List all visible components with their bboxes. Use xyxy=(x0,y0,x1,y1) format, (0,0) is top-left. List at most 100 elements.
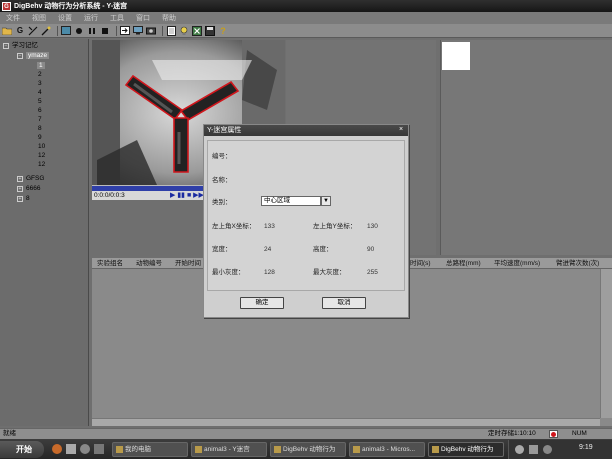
menu-view[interactable]: 视图 xyxy=(32,13,46,23)
tree-item[interactable]: 3 xyxy=(38,79,42,88)
video-time: 0:0:0/0:0:3 xyxy=(94,192,125,199)
tree-node-label: ymaze xyxy=(26,52,50,59)
tree-item[interactable]: 2 xyxy=(38,70,42,79)
column-header[interactable]: 平均速度(mm/s) xyxy=(494,259,540,268)
toolbar-divider xyxy=(162,25,163,36)
tree-node-label: GFSG xyxy=(26,175,45,182)
tree-node-gfsg[interactable]: + GFSG xyxy=(17,174,44,183)
tree-node-label: 6666 xyxy=(26,185,41,192)
task-my-computer[interactable]: 我的电脑 xyxy=(112,442,188,457)
task-ymaze-folder[interactable]: animal3 - Y迷宫 xyxy=(191,442,267,457)
tree-item[interactable]: 12 xyxy=(38,160,45,169)
task-word[interactable]: animal3 - Micros... xyxy=(349,442,425,457)
column-header[interactable]: 总路程(mm) xyxy=(446,259,481,268)
g-label: G xyxy=(16,26,24,35)
g-icon[interactable]: G xyxy=(15,26,25,36)
menu-settings[interactable]: 设置 xyxy=(58,13,72,23)
collapse-icon[interactable]: − xyxy=(17,53,23,59)
close-icon[interactable]: × xyxy=(396,125,406,135)
tree-item[interactable]: 6 xyxy=(38,106,42,115)
column-header[interactable]: 时间(s) xyxy=(410,259,431,268)
menu-help[interactable]: 帮助 xyxy=(162,13,176,23)
task-digbehv-1[interactable]: DigBehv 动物行为 xyxy=(270,442,346,457)
tree-node-ymaze[interactable]: − ymaze xyxy=(17,51,50,60)
tree-item[interactable]: 5 xyxy=(38,97,42,106)
light-icon[interactable] xyxy=(179,26,189,36)
dialog-title-bar[interactable]: Y-迷宫属性 xyxy=(204,125,408,136)
tree-node-8[interactable]: +8 xyxy=(17,194,30,203)
menu-file[interactable]: 文件 xyxy=(6,13,20,23)
save-icon[interactable] xyxy=(205,25,215,36)
tree-item[interactable]: 8 xyxy=(38,124,42,133)
column-header[interactable]: 动物编号 xyxy=(136,259,162,268)
y-value[interactable]: 130 xyxy=(367,223,378,231)
system-tray: 9:19 xyxy=(508,440,612,459)
x-value[interactable]: 133 xyxy=(264,223,275,231)
document-icon[interactable] xyxy=(166,25,176,36)
expand-icon[interactable]: + xyxy=(17,176,23,182)
tree-item[interactable]: 9 xyxy=(38,133,42,142)
browser-icon[interactable] xyxy=(52,444,62,454)
playback-controls[interactable]: ▶ ▮▮ ■ ▶▶ xyxy=(170,191,204,200)
status-bar: 就绪 定时存储1:10:10 NUM xyxy=(0,428,612,439)
monitor-icon[interactable] xyxy=(133,26,143,36)
column-header[interactable]: 开始时间 xyxy=(175,259,201,268)
width-value[interactable]: 24 xyxy=(264,246,271,254)
excel-icon[interactable] xyxy=(192,25,202,36)
num-lock-indicator: NUM xyxy=(572,430,587,437)
tree-item[interactable]: 10 xyxy=(38,142,45,151)
expand-icon[interactable]: + xyxy=(17,196,23,202)
media-icon[interactable] xyxy=(80,444,90,454)
open-folder-icon[interactable] xyxy=(2,26,12,36)
cancel-button[interactable]: 取消 xyxy=(322,297,366,309)
collapse-icon[interactable]: − xyxy=(3,43,9,49)
tree-root-label: 学习记忆 xyxy=(12,42,38,49)
task-digbehv-2[interactable]: DigBehv 动物行为 xyxy=(428,442,504,457)
wand-icon[interactable] xyxy=(41,26,51,36)
tree-root[interactable]: − 学习记忆 xyxy=(3,41,38,50)
column-header[interactable]: 实验组名 xyxy=(97,259,123,268)
horizontal-scrollbar[interactable] xyxy=(92,418,600,426)
dialog-title: Y-迷宫属性 xyxy=(207,127,242,134)
volume-icon[interactable] xyxy=(529,445,538,454)
desktop-icon[interactable] xyxy=(66,444,76,454)
expand-icon[interactable]: + xyxy=(17,186,23,192)
security-icon[interactable] xyxy=(543,445,552,454)
menu-window[interactable]: 窗口 xyxy=(136,13,150,23)
quicklaunch-icon[interactable] xyxy=(94,444,104,454)
max-gray-value[interactable]: 255 xyxy=(367,269,378,277)
measure-icon[interactable] xyxy=(28,26,38,36)
menu-run[interactable]: 运行 xyxy=(84,13,98,23)
ok-button[interactable]: 确定 xyxy=(240,297,284,309)
type-select[interactable]: 中心区域 xyxy=(261,196,321,206)
stop-icon[interactable] xyxy=(100,26,110,36)
type-select-value: 中心区域 xyxy=(264,197,290,204)
window-title: DigBehv 动物行为分析系统 - Y-迷宫 xyxy=(14,3,128,10)
number-label: 编号： xyxy=(212,153,232,160)
tree-item[interactable]: 4 xyxy=(38,88,42,97)
tree-item[interactable]: 7 xyxy=(38,115,42,124)
screen-icon[interactable] xyxy=(61,26,71,36)
tree-item[interactable]: 1 xyxy=(37,61,45,70)
vertical-scrollbar[interactable] xyxy=(600,269,612,418)
name-label: 名称： xyxy=(212,177,232,184)
tree-node-6666[interactable]: +6666 xyxy=(17,184,40,193)
camera-icon[interactable] xyxy=(146,26,156,36)
pause-icon[interactable] xyxy=(87,26,97,36)
height-label: 高度： xyxy=(313,246,333,253)
app-icon: G xyxy=(2,1,11,11)
menu-tools[interactable]: 工具 xyxy=(110,13,124,23)
tree-node-label: 8 xyxy=(26,195,30,202)
network-icon[interactable] xyxy=(515,445,524,454)
status-text: 就绪 xyxy=(3,430,16,437)
record-icon[interactable] xyxy=(74,26,84,36)
min-gray-value[interactable]: 128 xyxy=(264,269,275,277)
experiment-tree xyxy=(0,39,89,426)
help-icon[interactable]: ? xyxy=(218,26,228,36)
start-button[interactable]: 开始 xyxy=(0,441,44,458)
column-header[interactable]: 臂进臂次数(次) xyxy=(556,259,599,268)
chevron-down-icon[interactable]: ▼ xyxy=(321,196,331,206)
enter-icon[interactable] xyxy=(120,26,130,36)
height-value[interactable]: 90 xyxy=(367,246,374,254)
tree-item[interactable]: 12 xyxy=(38,151,45,160)
